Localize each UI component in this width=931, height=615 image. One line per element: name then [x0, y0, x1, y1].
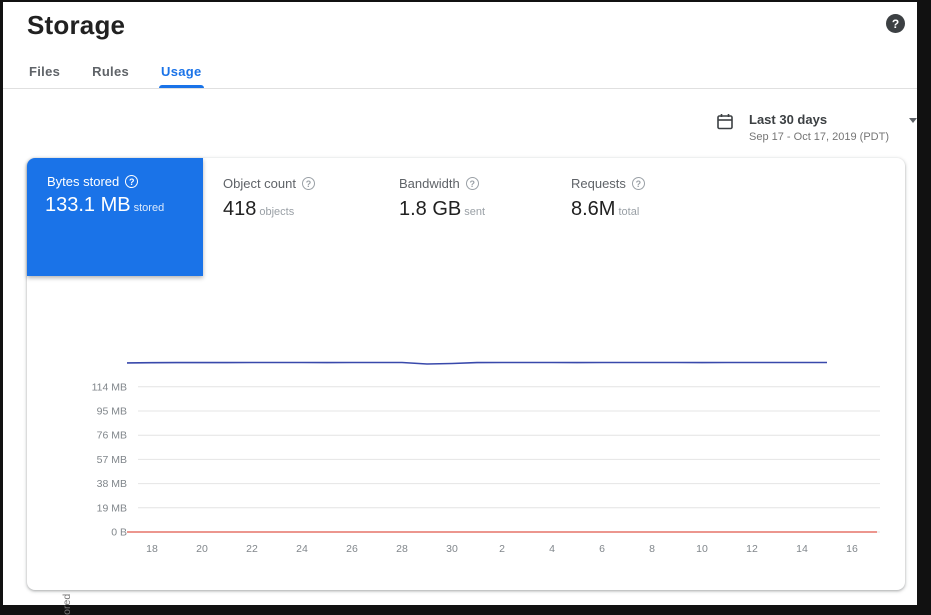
- metric-card-bytes-stored[interactable]: Bytes stored ? 133.1 MBstored: [27, 158, 203, 276]
- metric-card-object-count[interactable]: Object count ? 418objects: [223, 158, 315, 221]
- svg-text:57 MB: 57 MB: [97, 454, 127, 466]
- calendar-icon: [715, 112, 735, 137]
- metric-card-bandwidth[interactable]: Bandwidth ? 1.8 GBsent: [399, 158, 485, 221]
- svg-text:38 MB: 38 MB: [97, 478, 127, 490]
- svg-text:12: 12: [746, 543, 758, 555]
- svg-text:6: 6: [599, 543, 605, 555]
- metric-object-count-unit: objects: [259, 206, 294, 218]
- svg-text:95 MB: 95 MB: [97, 406, 127, 418]
- svg-text:18: 18: [146, 543, 158, 555]
- help-icon[interactable]: ?: [886, 14, 905, 33]
- metric-bytes-stored-label: Bytes stored: [47, 174, 119, 189]
- svg-text:2: 2: [499, 543, 505, 555]
- svg-text:19 MB: 19 MB: [97, 502, 127, 514]
- tab-files[interactable]: Files: [27, 60, 62, 88]
- storage-page: Storage ? Files Rules Usage: [3, 2, 917, 605]
- svg-text:76 MB: 76 MB: [97, 430, 127, 442]
- tab-bar: Files Rules Usage: [27, 60, 232, 88]
- svg-text:16: 16: [846, 543, 858, 555]
- metric-object-count-label: Object count: [223, 176, 296, 191]
- metric-bytes-stored-unit: stored: [134, 202, 165, 214]
- metric-requests-help-icon[interactable]: ?: [632, 177, 645, 190]
- metric-bytes-stored-help-icon[interactable]: ?: [125, 175, 138, 188]
- svg-text:14: 14: [796, 543, 808, 555]
- metric-bandwidth-label: Bandwidth: [399, 176, 460, 191]
- metric-requests-label: Requests: [571, 176, 626, 191]
- screenshot-frame: Storage ? Files Rules Usage: [0, 0, 931, 615]
- usage-chart-plot: 0 B19 MB38 MB57 MB76 MB95 MB114 MB182022…: [55, 344, 889, 580]
- svg-text:30: 30: [446, 543, 458, 555]
- chevron-down-icon: [909, 118, 917, 123]
- tab-usage-label: Usage: [161, 64, 202, 79]
- tab-usage[interactable]: Usage: [159, 60, 204, 88]
- tab-files-label: Files: [29, 64, 60, 79]
- metric-object-count-value: 418: [223, 198, 256, 220]
- usage-card: Bytes stored ? 133.1 MBstored Object cou…: [27, 158, 905, 590]
- tab-rules-label: Rules: [92, 64, 129, 79]
- metric-bytes-stored-value: 133.1 MB: [45, 194, 131, 216]
- svg-text:28: 28: [396, 543, 408, 555]
- svg-text:22: 22: [246, 543, 258, 555]
- svg-text:26: 26: [346, 543, 358, 555]
- tab-bar-divider: [3, 88, 917, 89]
- svg-text:0 B: 0 B: [111, 527, 127, 539]
- svg-text:24: 24: [296, 543, 308, 555]
- svg-text:10: 10: [696, 543, 708, 555]
- metric-object-count-help-icon[interactable]: ?: [302, 177, 315, 190]
- date-range-detail: Sep 17 - Oct 17, 2019 (PDT): [749, 131, 889, 143]
- metric-bandwidth-value: 1.8 GB: [399, 198, 461, 220]
- svg-text:20: 20: [196, 543, 208, 555]
- chart-y-axis-label: Bytes stored: [61, 563, 73, 615]
- page-title: Storage: [27, 10, 125, 41]
- metric-requests-value: 8.6M: [571, 198, 615, 220]
- tab-rules[interactable]: Rules: [90, 60, 131, 88]
- metric-card-requests[interactable]: Requests ? 8.6Mtotal: [571, 158, 645, 221]
- date-range-label: Last 30 days: [749, 112, 827, 127]
- metric-requests-unit: total: [618, 206, 639, 218]
- metric-bandwidth-help-icon[interactable]: ?: [466, 177, 479, 190]
- svg-text:114 MB: 114 MB: [92, 381, 127, 393]
- svg-text:8: 8: [649, 543, 655, 555]
- metric-bandwidth-unit: sent: [464, 206, 485, 218]
- usage-chart: Bytes stored 0 B19 MB38 MB57 MB76 MB95 M…: [55, 344, 889, 580]
- svg-text:4: 4: [549, 543, 555, 555]
